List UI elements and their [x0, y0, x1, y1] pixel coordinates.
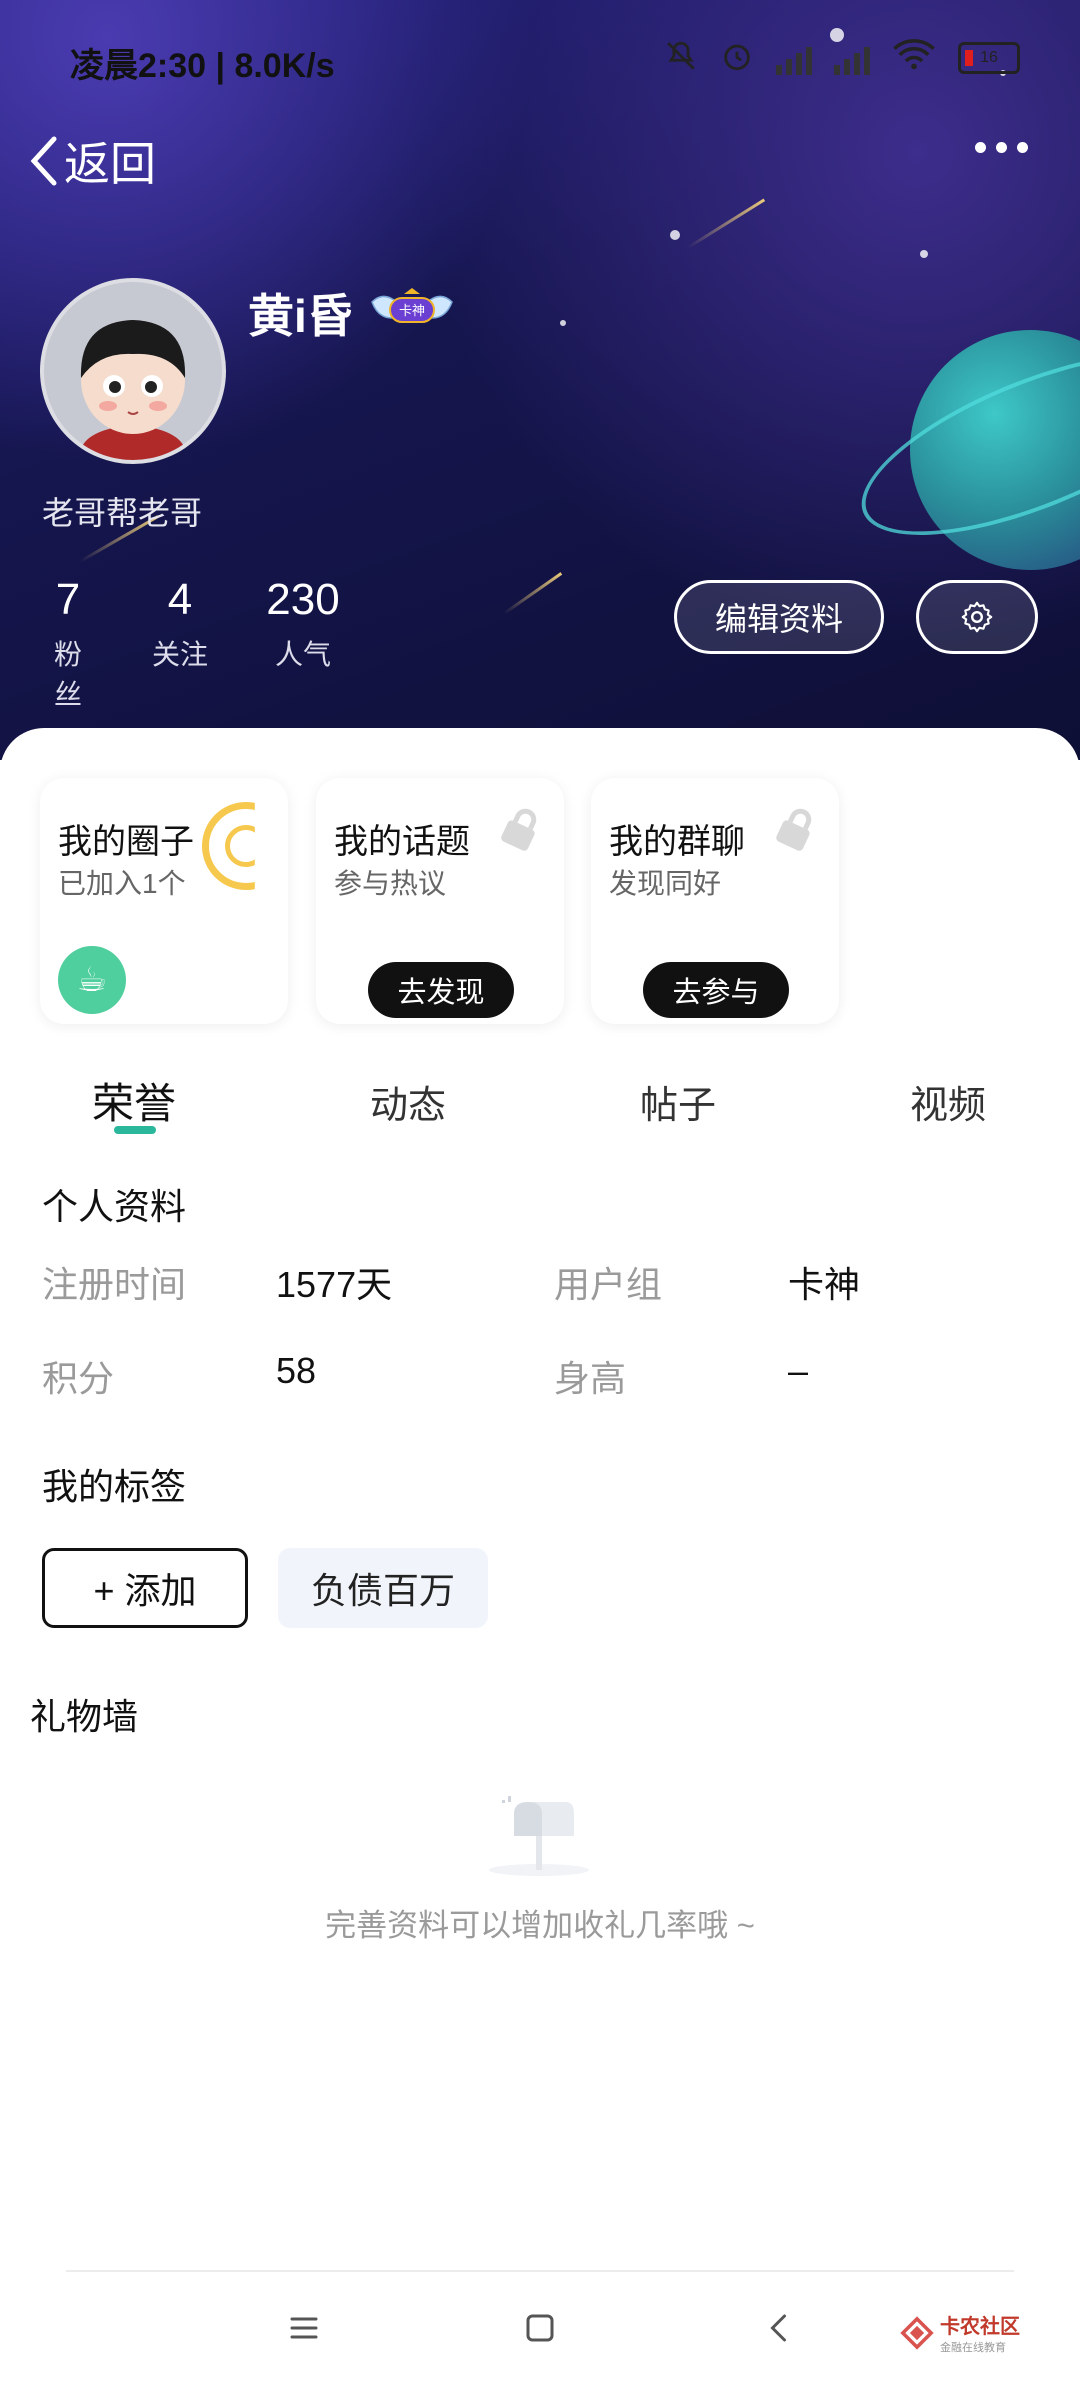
more-dot-icon — [996, 142, 1007, 153]
meteor-decoration — [687, 198, 766, 249]
tab-posts[interactable]: 帖子 — [640, 1074, 716, 1129]
field-value-user-group: 卡神 — [788, 1264, 861, 1305]
profile-content: 我的圈子 已加入1个 ☕ 我的话题 参与热议 去发现 我的群聊 发现同好 去参与… — [0, 728, 1080, 2400]
field-value-points: 58 — [276, 1350, 317, 1391]
chevron-left-icon — [30, 136, 57, 186]
meteor-decoration — [503, 572, 563, 615]
back-nav-button[interactable] — [762, 2310, 798, 2351]
watermark-subtitle: 金融在线教育 — [940, 2342, 1006, 2354]
wings-badge-icon: 卡神 — [371, 288, 453, 323]
card-my-topics[interactable]: 我的话题 参与热议 去发现 — [316, 778, 564, 1024]
status-icons: 16 — [664, 38, 1020, 78]
card-title: 我的圈子 — [58, 823, 194, 861]
home-square-icon — [526, 2314, 554, 2342]
card-subtitle: 参与热议 — [334, 868, 447, 899]
back-label: 返回 — [64, 138, 156, 190]
profile-header: 凌晨2:30 | 8.0K/s 16 返回 黄i昏 卡神 老哥帮老哥 7 粉丝 … — [0, 0, 1080, 760]
user-badge[interactable]: 卡神 — [366, 288, 458, 328]
more-dot-icon — [1017, 142, 1028, 153]
settings-button[interactable] — [916, 580, 1038, 654]
battery-icon: 16 — [958, 42, 1020, 74]
tea-cup-icon[interactable]: ☕ — [58, 946, 126, 1014]
more-options-button[interactable] — [975, 142, 1028, 153]
nav-divider — [66, 2270, 1014, 2272]
status-bar: 凌晨2:30 | 8.0K/s 16 — [0, 0, 1080, 110]
username: 黄i昏 — [248, 290, 353, 342]
stat-value: 230 — [266, 575, 340, 624]
star-decoration — [920, 250, 928, 258]
status-time: 凌晨2:30 | 8.0K/s — [70, 47, 335, 85]
tab-videos[interactable]: 视频 — [910, 1074, 986, 1129]
join-button[interactable]: 去参与 — [643, 962, 789, 1018]
field-label-height: 身高 — [554, 1358, 627, 1399]
tab-activity[interactable]: 动态 — [370, 1074, 446, 1129]
lock-icon — [501, 808, 537, 851]
field-label-registered: 注册时间 — [42, 1264, 187, 1305]
stat-label: 人气 — [274, 639, 331, 670]
profile-tabs: 荣誉 动态 帖子 视频 — [0, 1058, 1080, 1148]
back-arrow-icon — [770, 2314, 786, 2342]
card-my-circles[interactable]: 我的圈子 已加入1个 ☕ — [40, 778, 288, 1024]
star-decoration — [670, 230, 680, 240]
more-dot-icon — [975, 142, 986, 153]
badge-label: 卡神 — [399, 304, 425, 319]
tab-honor[interactable]: 荣誉 — [92, 1070, 176, 1131]
watermark-name: 卡农社区 — [940, 2316, 1020, 2338]
personal-info-title: 个人资料 — [42, 1186, 187, 1227]
field-label-user-group: 用户组 — [554, 1264, 663, 1305]
card-title: 我的话题 — [334, 823, 470, 861]
field-value-registered: 1577天 — [276, 1264, 393, 1305]
menu-nav-button[interactable] — [286, 2310, 322, 2351]
stat-value: 4 — [167, 575, 193, 624]
lock-icon — [776, 808, 812, 851]
mailbox-icon — [489, 1796, 589, 1876]
field-label-points: 积分 — [42, 1358, 115, 1399]
tag-item[interactable]: 负债百万 — [278, 1548, 488, 1628]
signal-icon — [834, 41, 870, 75]
home-nav-button[interactable] — [522, 2310, 558, 2351]
card-my-group-chats[interactable]: 我的群聊 发现同好 去参与 — [591, 778, 839, 1024]
stat-following[interactable]: 4 关注 — [152, 575, 208, 673]
my-tags-title: 我的标签 — [42, 1466, 187, 1507]
stat-followers[interactable]: 7 粉丝 — [42, 575, 94, 713]
mute-icon — [664, 39, 698, 78]
discover-button[interactable]: 去发现 — [368, 962, 514, 1018]
watermark: 卡农社区 金融在线教育 — [900, 2310, 1020, 2355]
card-subtitle: 已加入1个 — [58, 868, 186, 899]
edit-profile-button[interactable]: 编辑资料 — [674, 580, 884, 654]
active-tab-indicator — [114, 1126, 156, 1134]
gear-icon — [961, 601, 993, 633]
menu-icon — [290, 2317, 318, 2339]
card-title: 我的群聊 — [609, 823, 745, 861]
gift-wall-empty-text: 完善资料可以增加收礼几率哦 ~ — [325, 1908, 755, 1943]
stat-value: 7 — [55, 575, 81, 624]
circle-decoration-icon — [202, 802, 255, 890]
stat-label: 粉丝 — [53, 639, 82, 710]
alarm-icon — [720, 39, 754, 78]
add-tag-button[interactable]: + 添加 — [42, 1548, 248, 1628]
stat-label: 关注 — [152, 639, 209, 670]
user-signature: 老哥帮老哥 — [42, 495, 203, 531]
card-subtitle: 发现同好 — [609, 868, 722, 899]
gift-wall-title: 礼物墙 — [30, 1696, 139, 1737]
star-decoration — [560, 320, 566, 326]
back-button[interactable]: 返回 — [28, 128, 156, 194]
avatar-illustration — [80, 320, 186, 460]
wifi-icon — [892, 38, 936, 78]
signal-icon — [776, 41, 812, 75]
field-value-height: – — [788, 1350, 809, 1391]
avatar[interactable] — [40, 278, 226, 464]
kanong-logo-icon — [900, 2315, 934, 2350]
stat-popularity[interactable]: 230 人气 — [262, 575, 344, 673]
